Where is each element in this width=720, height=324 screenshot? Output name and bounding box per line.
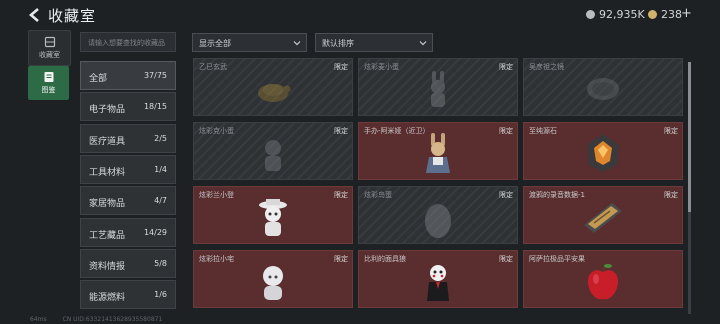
item-card[interactable]: 比利的面具狼 限定 bbox=[358, 250, 518, 308]
shelf-icon bbox=[44, 36, 55, 48]
catalog-icon bbox=[44, 72, 53, 82]
category-label: 医疗道具 bbox=[89, 137, 126, 147]
tab-collection-room-label: 收藏室 bbox=[39, 51, 60, 59]
hat-doll-icon bbox=[259, 199, 287, 236]
category-label: 电子物品 bbox=[89, 105, 126, 115]
limited-tag: 限定 bbox=[664, 127, 678, 135]
item-name: 乙巳玄武 bbox=[199, 63, 227, 71]
item-name: 阿萨拉极品平安果 bbox=[529, 255, 585, 263]
item-card[interactable]: 炫彩拉小宅 限定 bbox=[193, 250, 353, 308]
gold-coin-icon bbox=[648, 10, 657, 19]
chevron-down-icon bbox=[293, 41, 301, 46]
category-count: 18/15 bbox=[143, 102, 167, 111]
category-label: 全部 bbox=[89, 74, 108, 84]
tab-catalog[interactable]: 图鉴 bbox=[28, 66, 69, 100]
item-name: 比利的面具狼 bbox=[364, 255, 406, 263]
back-arrow-icon[interactable] bbox=[28, 8, 42, 22]
display-filter-dropdown[interactable]: 显示全部 bbox=[192, 33, 307, 52]
category-energy[interactable]: 能源燃料 1/6 bbox=[80, 280, 176, 309]
item-name: 渡鸦的录音数据-1 bbox=[529, 191, 585, 199]
category-intel[interactable]: 资料情报 5/8 bbox=[80, 249, 176, 278]
tab-catalog-label: 图鉴 bbox=[41, 86, 56, 94]
item-card[interactable]: 乙巳玄武 限定 bbox=[193, 58, 353, 116]
currency-b: 238 bbox=[648, 8, 682, 21]
item-name: 炫彩兰小登 bbox=[199, 191, 234, 199]
item-name: 炫彩麦小蛋 bbox=[364, 63, 399, 71]
category-label: 能源燃料 bbox=[89, 293, 126, 303]
item-name: 吴彦祖之镜 bbox=[529, 63, 564, 71]
limited-tag: 限定 bbox=[334, 191, 348, 199]
category-count: 5/8 bbox=[154, 259, 167, 268]
limited-tag: 限定 bbox=[334, 63, 348, 71]
recorder-device-icon bbox=[584, 203, 622, 233]
item-card[interactable]: 渡鸦的录音数据-1 限定 bbox=[523, 186, 683, 244]
item-card[interactable]: 吴彦祖之镜 bbox=[523, 58, 683, 116]
display-filter-value: 显示全部 bbox=[199, 39, 231, 48]
category-count: 14/29 bbox=[143, 228, 167, 237]
item-name: 炫彩拉小宅 bbox=[199, 255, 234, 263]
scrollbar[interactable] bbox=[688, 62, 691, 314]
category-all[interactable]: 全部 37/75 bbox=[80, 61, 176, 90]
item-name: 炫彩克小蛋 bbox=[199, 127, 234, 135]
mirror-icon bbox=[587, 78, 619, 100]
item-card[interactable]: 阿萨拉极品平安果 bbox=[523, 250, 683, 308]
add-currency-button[interactable]: + bbox=[681, 6, 692, 21]
red-apple-icon bbox=[587, 263, 619, 300]
category-label: 资料情报 bbox=[89, 262, 126, 272]
category-count: 37/75 bbox=[143, 71, 167, 80]
silver-coin-icon bbox=[586, 10, 595, 19]
category-label: 家居物品 bbox=[89, 199, 126, 209]
category-medical[interactable]: 医疗道具 2/5 bbox=[80, 124, 176, 153]
item-card[interactable]: 炫彩兰小登 限定 bbox=[193, 186, 353, 244]
rabbit-girl-figure-icon bbox=[426, 133, 450, 173]
sort-value: 默认排序 bbox=[322, 39, 354, 48]
category-tools[interactable]: 工具材料 1/4 bbox=[80, 155, 176, 184]
limited-tag: 限定 bbox=[499, 127, 513, 135]
category-label: 工具材料 bbox=[89, 168, 126, 178]
top-bar: 收藏室 92,935K 238 + bbox=[0, 0, 720, 30]
currency-a-value: 92,935K bbox=[599, 8, 645, 21]
limited-tag: 限定 bbox=[499, 255, 513, 263]
limited-tag: 限定 bbox=[664, 191, 678, 199]
ping-value: 64ms bbox=[30, 316, 47, 323]
item-card[interactable]: 手办-阿米娅（近卫） 限定 bbox=[358, 122, 518, 180]
orange-crystal-icon bbox=[587, 134, 619, 172]
rabbit-figure-icon bbox=[431, 71, 445, 107]
category-label: 工艺藏品 bbox=[89, 231, 126, 241]
item-card[interactable]: 炫彩麦小蛋 限定 bbox=[358, 58, 518, 116]
currency-b-value: 238 bbox=[661, 8, 682, 21]
item-name: 至纯源石 bbox=[529, 127, 557, 135]
item-card[interactable]: 炫彩克小蛋 限定 bbox=[193, 122, 353, 180]
search-input[interactable]: 请输入想要查找的收藏品 bbox=[80, 32, 176, 52]
item-name: 炫彩鸟蛋 bbox=[364, 191, 392, 199]
category-count: 1/6 bbox=[154, 290, 167, 299]
sort-dropdown[interactable]: 默认排序 bbox=[315, 33, 433, 52]
limited-tag: 限定 bbox=[334, 127, 348, 135]
uid-value: CN UID:63321413628935580871 bbox=[62, 316, 163, 323]
category-household[interactable]: 家居物品 4/7 bbox=[80, 186, 176, 215]
category-count: 2/5 bbox=[154, 134, 167, 143]
currency-a: 92,935K bbox=[586, 8, 645, 21]
status-bar: 64ms CN UID:63321413628935580871 bbox=[30, 316, 162, 323]
limited-tag: 限定 bbox=[334, 255, 348, 263]
chevron-down-icon bbox=[419, 41, 427, 46]
tab-collection-room[interactable]: 收藏室 bbox=[28, 30, 71, 66]
scroll-thumb[interactable] bbox=[688, 62, 691, 212]
small-figure-icon bbox=[265, 140, 281, 171]
page-title: 收藏室 bbox=[48, 7, 97, 25]
white-hair-doll-icon bbox=[263, 266, 283, 300]
category-crafts[interactable]: 工艺藏品 14/29 bbox=[80, 218, 176, 247]
limited-tag: 限定 bbox=[499, 63, 513, 71]
limited-tag: 限定 bbox=[499, 191, 513, 199]
category-count: 1/4 bbox=[154, 165, 167, 174]
category-electronics[interactable]: 电子物品 18/15 bbox=[80, 92, 176, 121]
item-card[interactable]: 炫彩鸟蛋 限定 bbox=[358, 186, 518, 244]
item-card[interactable]: 至纯源石 限定 bbox=[523, 122, 683, 180]
category-count: 4/7 bbox=[154, 196, 167, 205]
egg-icon bbox=[425, 204, 451, 238]
masked-puppet-icon bbox=[427, 265, 449, 301]
turtle-figurine-icon bbox=[258, 84, 291, 102]
